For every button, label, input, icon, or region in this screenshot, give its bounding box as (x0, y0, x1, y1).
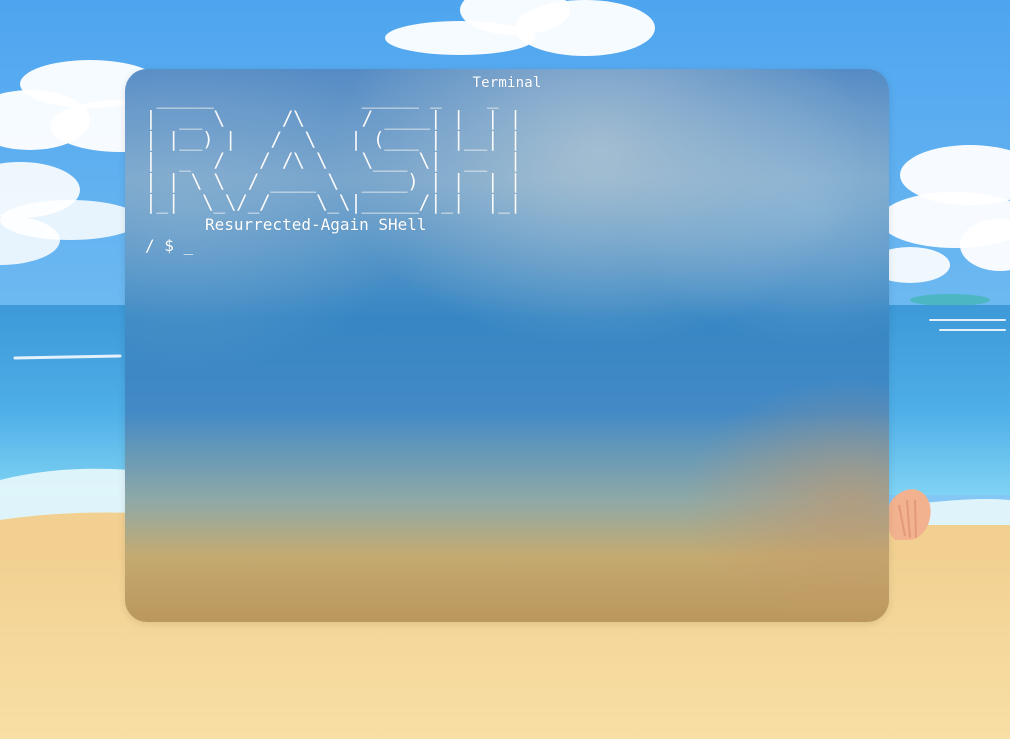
command-prompt-line[interactable]: / $ _ (145, 236, 869, 256)
prompt-text: / $ (145, 236, 184, 255)
rash-ascii-logo: _____ _____ _ _ | __ \ /\ / ____| | | | … (145, 86, 522, 214)
terminal-window[interactable]: Terminal _____ _____ _ _ | __ \ /\ / ___… (125, 69, 889, 622)
desktop: Terminal _____ _____ _ _ | __ \ /\ / ___… (0, 0, 1010, 739)
terminal-output[interactable]: _____ _____ _ _ | __ \ /\ / ____| | | | … (145, 87, 869, 602)
text-cursor: _ (183, 236, 194, 255)
shell-subtitle: Resurrected-Again SHell (205, 215, 427, 234)
